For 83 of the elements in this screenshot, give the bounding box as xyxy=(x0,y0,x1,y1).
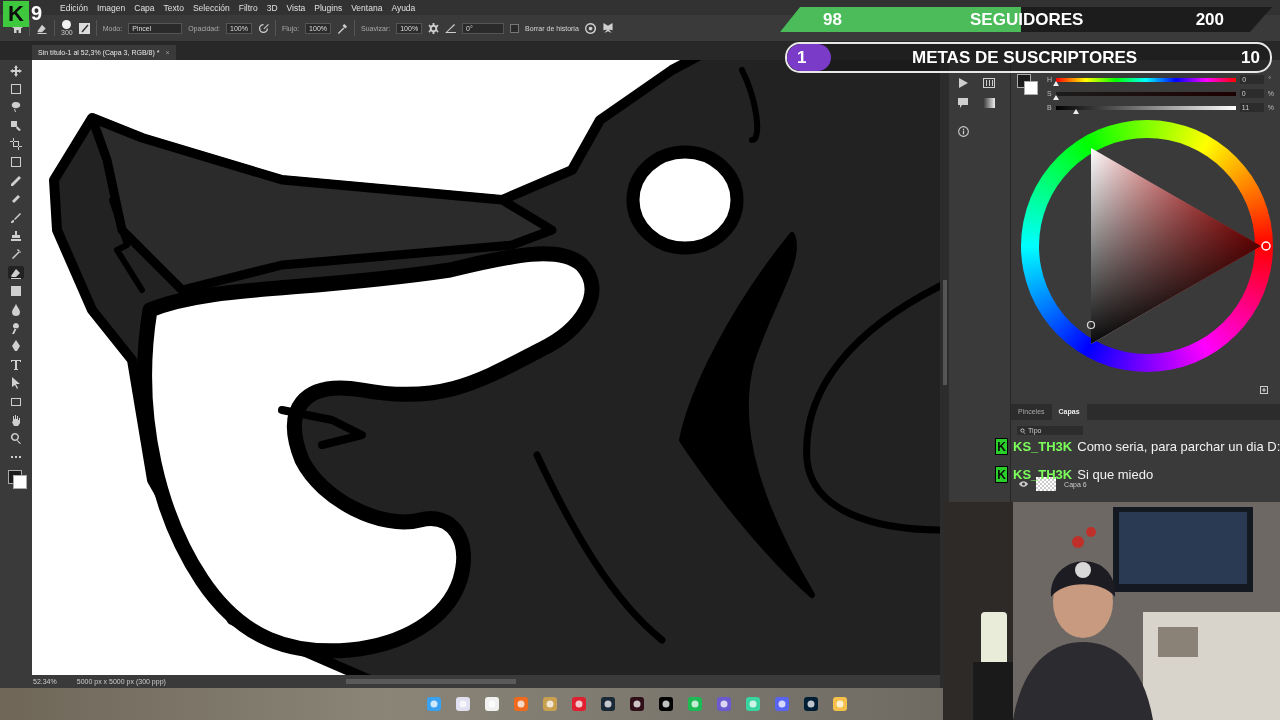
tool-button[interactable] xyxy=(8,174,24,188)
info-icon[interactable] xyxy=(958,126,970,137)
checkbox[interactable] xyxy=(510,23,520,33)
tool-button[interactable] xyxy=(8,284,24,298)
channel-logo: K xyxy=(3,1,29,27)
color-swatches[interactable] xyxy=(1017,74,1040,96)
brush-settings-icon[interactable] xyxy=(78,22,90,34)
menu-item[interactable]: Selección xyxy=(192,2,230,13)
logo-count: 9 xyxy=(31,2,43,25)
eyedropper-icon xyxy=(10,174,22,187)
move-icon xyxy=(10,64,22,77)
chat-message: Como seria, para parchar un dia D: xyxy=(1077,439,1280,454)
menu-item[interactable]: 3D xyxy=(266,2,278,13)
expand-icon[interactable] xyxy=(1260,386,1268,394)
pressure-icon[interactable] xyxy=(258,22,269,34)
menu-item[interactable]: Vista xyxy=(286,2,306,13)
scrollbar-thumb[interactable] xyxy=(345,679,516,684)
path-icon xyxy=(10,377,22,390)
select-icon xyxy=(10,119,22,132)
tool-button[interactable] xyxy=(8,211,24,225)
blur-icon xyxy=(10,303,22,316)
eraser-icon xyxy=(10,266,22,279)
slider-thumb[interactable] xyxy=(1052,94,1059,100)
tool-button[interactable] xyxy=(8,82,24,96)
search-icon xyxy=(1020,427,1027,434)
chat-username: KS_TH3K xyxy=(1013,467,1073,482)
pen-icon xyxy=(10,340,22,353)
type-tool-icon xyxy=(10,358,22,371)
goal-current: 98 xyxy=(823,10,842,30)
tool-button[interactable] xyxy=(8,266,24,280)
zoom-icon xyxy=(10,432,22,445)
butterfly-icon[interactable] xyxy=(601,22,614,34)
menu-item[interactable]: Ayuda xyxy=(391,2,416,13)
menu-item[interactable]: Filtro xyxy=(238,2,258,13)
tool-button[interactable] xyxy=(8,395,24,409)
menu-item[interactable]: Texto xyxy=(163,2,184,13)
scrollbar-thumb[interactable] xyxy=(942,280,947,385)
tool-button[interactable] xyxy=(8,358,24,372)
tool-button[interactable] xyxy=(8,229,24,243)
menu-item[interactable]: Ventana xyxy=(351,2,383,13)
stamp-icon xyxy=(10,230,22,242)
tool-button[interactable] xyxy=(8,137,24,151)
goal-current: 1 xyxy=(797,48,807,68)
chat-username: KS_TH3K xyxy=(1013,439,1073,454)
brush-tip-icon[interactable] xyxy=(62,20,72,29)
hand-icon xyxy=(10,413,22,426)
menu-item[interactable]: Imagen xyxy=(96,2,126,13)
frame-icon xyxy=(10,156,22,169)
eye-icon[interactable] xyxy=(1019,481,1029,487)
tool-button[interactable] xyxy=(8,431,24,445)
settings-icon[interactable] xyxy=(428,22,440,34)
crop-icon xyxy=(10,138,22,151)
target-icon[interactable] xyxy=(584,22,596,34)
chat-message: Si que miedo xyxy=(1077,467,1154,482)
heal-icon xyxy=(10,193,22,206)
goal-target: 10 xyxy=(1241,48,1260,68)
history-icon xyxy=(10,248,22,261)
shape-icon xyxy=(10,395,22,408)
eraser-icon[interactable] xyxy=(36,22,48,34)
gradient-icon xyxy=(10,285,22,298)
angle-icon xyxy=(445,23,457,33)
menu-item[interactable]: Capa xyxy=(134,2,155,13)
tool-button[interactable] xyxy=(8,64,24,77)
tool-button[interactable] xyxy=(8,155,24,169)
goal-target: 200 xyxy=(1195,10,1224,30)
dodge-icon xyxy=(10,321,22,334)
menu-item[interactable]: Edición xyxy=(60,2,88,13)
chat-badge: K xyxy=(995,438,1008,455)
adjustments-icon[interactable] xyxy=(983,78,996,88)
play-icon[interactable] xyxy=(958,78,969,88)
tool-button[interactable] xyxy=(8,119,24,133)
chat-badge: K xyxy=(995,466,1008,483)
menu-item[interactable]: Plugins xyxy=(314,2,343,13)
comment-icon[interactable] xyxy=(958,98,969,108)
color-swatches[interactable] xyxy=(7,468,25,487)
lasso-icon xyxy=(10,101,22,114)
slider-thumb[interactable] xyxy=(1072,108,1079,114)
brush-icon xyxy=(10,211,22,224)
slider-thumb[interactable] xyxy=(1053,80,1060,86)
goal-label: METAS DE SUSCRIPTORES xyxy=(912,48,1138,68)
gradient-icon[interactable] xyxy=(983,98,996,108)
marquee-icon xyxy=(10,82,22,95)
airbrush-icon[interactable] xyxy=(337,22,348,34)
